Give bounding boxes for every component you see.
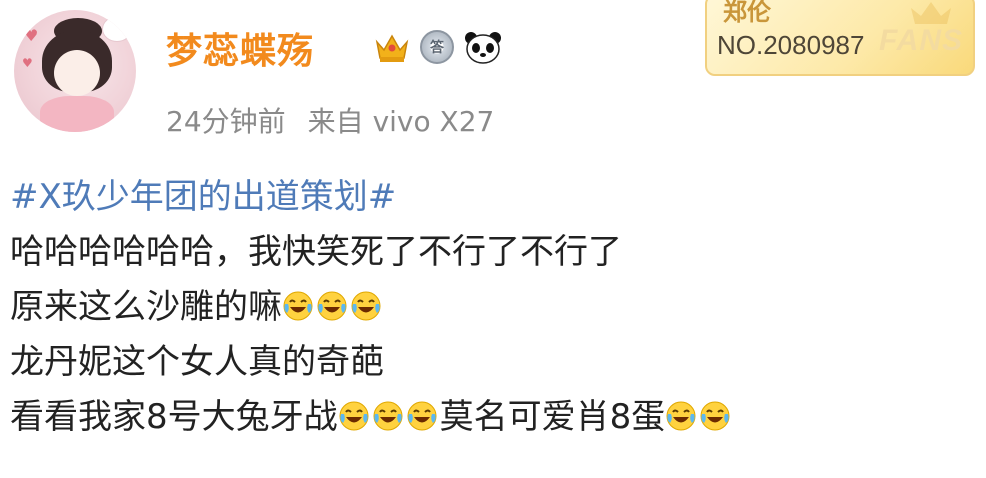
post-meta: 24分钟前 来自 vivo X27 [166,100,494,140]
post-text: 莫名可爱肖8蛋 [439,397,666,437]
panda-icon[interactable] [464,30,502,64]
heart-decoration: ♥ [22,56,33,70]
laugh-cry-icon [699,394,731,431]
avatar[interactable]: ♥ ♥ [14,10,136,132]
post-text: 看看我家8号大兔牙战 [10,397,338,437]
fans-card-name: 郑伦 [723,0,771,26]
post-text: 龙丹妮这个女人真的奇葩 [10,342,384,382]
post-line: 龙丹妮这个女人真的奇葩 [10,335,733,390]
laugh-cry-icon [406,394,438,431]
laugh-cry-icon [372,394,404,431]
source-prefix: 来自 [307,105,364,138]
username[interactable]: 梦蕊蝶殇 [166,22,314,74]
post-line: #X玖少年团的出道策划# [10,170,733,225]
laugh-cry-icon [338,394,370,431]
avatar-face [54,50,100,96]
crown-watermark-icon [911,2,951,24]
avatar-rabbit [102,16,132,42]
hashtag-link[interactable]: #X玖少年团的出道策划# [10,177,396,217]
post-time: 24分钟前 [166,105,286,138]
heart-decoration: ♥ [24,26,39,45]
laugh-cry-icon [665,394,697,431]
post-text: 原来这么沙雕的嘛 [10,287,282,327]
fans-card[interactable]: 郑伦 NO.2080987 FANS [705,0,975,76]
avatar-dress [40,96,114,132]
post-content: #X玖少年团的出道策划# 哈哈哈哈哈哈，我快笑死了不行了不行了 原来这么沙雕的嘛… [10,170,733,445]
post-line: 看看我家8号大兔牙战 莫名可爱肖8蛋 [10,390,733,445]
laugh-cry-icon [282,284,314,321]
post-text: 哈哈哈哈哈哈，我快笑死了不行了不行了 [10,232,622,272]
fans-card-label: FANS [878,24,963,57]
post-line: 原来这么沙雕的嘛 [10,280,733,335]
medal-icon[interactable]: 答 [420,30,454,64]
source-device[interactable]: vivo X27 [373,105,495,138]
laugh-cry-icon [316,284,348,321]
post-line: 哈哈哈哈哈哈，我快笑死了不行了不行了 [10,225,733,280]
user-badges: 答 [374,30,502,64]
laugh-cry-icon [350,284,382,321]
crown-icon[interactable] [374,30,410,64]
fans-card-number: NO.2080987 [717,30,865,60]
